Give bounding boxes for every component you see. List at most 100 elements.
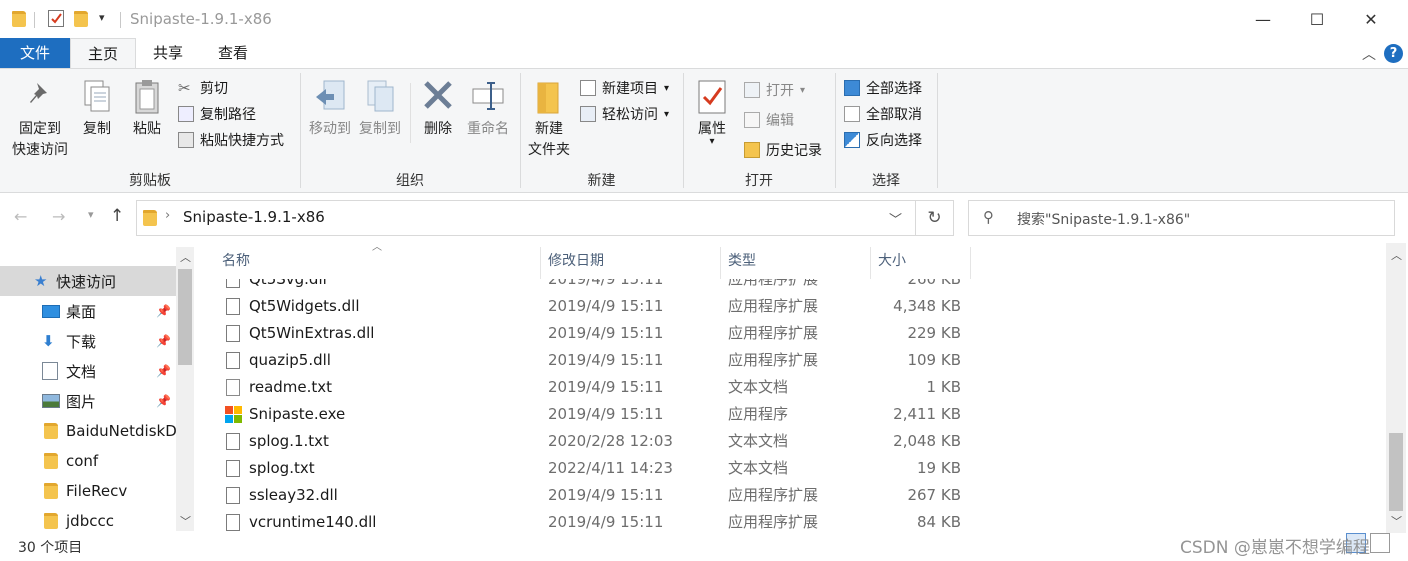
file-list-scrollbar-thumb[interactable] <box>1389 433 1403 511</box>
file-list-scrollbar[interactable]: ︿ ﹀ <box>1386 243 1406 533</box>
refresh-button[interactable]: ↻ <box>916 200 954 236</box>
tab-view[interactable]: 查看 <box>200 38 266 68</box>
cut-button[interactable]: ✂ 剪切 <box>178 75 284 101</box>
column-divider[interactable] <box>720 247 721 279</box>
column-header-name[interactable]: 名称 <box>222 247 538 279</box>
help-icon[interactable]: ? <box>1384 44 1403 63</box>
file-name: Snipaste.exe <box>249 405 346 423</box>
dll-icon <box>226 298 240 315</box>
forward-arrow-icon[interactable]: → <box>52 207 65 226</box>
easy-access-button[interactable]: 轻松访问 ▾ <box>580 101 669 127</box>
column-divider[interactable] <box>970 247 971 279</box>
collapse-ribbon-icon[interactable]: ︿ <box>1362 44 1376 64</box>
nav-item-folder[interactable]: FileRecv <box>0 476 176 506</box>
column-header-date[interactable]: 修改日期 <box>548 247 718 279</box>
file-type: 应用程序 <box>728 405 789 423</box>
copy-to-button[interactable]: 复制到 <box>356 79 404 140</box>
column-divider[interactable] <box>870 247 871 279</box>
file-row[interactable]: ssleay32.dll 2019/4/9 15:11 应用程序扩展 267 K… <box>220 482 970 509</box>
file-type: 应用程序扩展 <box>728 297 819 315</box>
file-row[interactable]: vcruntime140.dll 2019/4/9 15:11 应用程序扩展 8… <box>220 509 970 533</box>
nav-item-desktop[interactable]: 桌面 📌 <box>0 296 176 326</box>
tab-share[interactable]: 共享 <box>136 38 200 68</box>
nav-scrollbar[interactable]: ︿ ﹀ <box>176 247 194 531</box>
edit-button[interactable]: 编辑 <box>744 107 822 133</box>
close-button[interactable]: ✕ <box>1344 0 1398 38</box>
nav-item-folder[interactable]: jdbccc <box>0 506 176 536</box>
divider <box>120 12 121 28</box>
search-input[interactable]: 搜索"Snipaste-1.9.1-x86" <box>1017 209 1190 229</box>
nav-item-folder[interactable]: BaiduNetdiskDo <box>0 416 176 446</box>
minimize-button[interactable]: — <box>1236 0 1290 38</box>
maximize-button[interactable]: ☐ <box>1290 0 1344 38</box>
customize-quick-access-icon[interactable]: ▾ <box>99 11 105 24</box>
invert-selection-button[interactable]: 反向选择 <box>844 127 922 153</box>
search-box[interactable]: ⚲ 搜索"Snipaste-1.9.1-x86" <box>968 200 1395 236</box>
scroll-up-icon[interactable]: ︿ <box>1391 247 1402 263</box>
file-row[interactable]: Qt5WinExtras.dll 2019/4/9 15:11 应用程序扩展 2… <box>220 320 970 347</box>
refresh-icon: ↻ <box>927 208 942 228</box>
file-row[interactable]: splog.txt 2022/4/11 14:23 文本文档 19 KB <box>220 455 970 482</box>
pin-icon[interactable]: 📌 <box>156 364 171 378</box>
nav-scrollbar-thumb[interactable] <box>178 269 192 365</box>
nav-item-pictures[interactable]: 图片 📌 <box>0 386 176 416</box>
up-arrow-icon[interactable]: ↑ <box>110 206 124 226</box>
history-button[interactable]: 历史记录 <box>744 137 822 163</box>
file-name: readme.txt <box>249 378 333 396</box>
pin-icon[interactable]: 📌 <box>156 334 171 348</box>
recent-locations-icon[interactable]: ▾ <box>88 208 94 221</box>
pin-to-quick-access-button[interactable]: 固定到 快速访问 <box>6 79 74 161</box>
copy-button[interactable]: 复制 <box>78 79 116 140</box>
dropdown-arrow-icon: ▾ <box>800 84 806 96</box>
tab-file[interactable]: 文件 <box>0 38 70 68</box>
properties-quick-icon[interactable] <box>48 10 64 27</box>
chevron-down-icon[interactable]: ﹀ <box>889 209 902 228</box>
new-item-button[interactable]: 新建项目 ▾ <box>580 75 669 101</box>
select-all-button[interactable]: 全部选择 <box>844 75 922 101</box>
file-row[interactable]: Snipaste.exe 2019/4/9 15:11 应用程序 2,411 K… <box>220 401 970 428</box>
nav-item-documents[interactable]: 文档 📌 <box>0 356 176 386</box>
nav-item-quick-access[interactable]: ★ 快速访问 <box>0 266 176 296</box>
breadcrumb-path[interactable]: Snipaste-1.9.1-x86 <box>183 208 325 226</box>
select-none-button[interactable]: 全部取消 <box>844 101 922 127</box>
text-file-icon <box>226 379 240 396</box>
move-to-button[interactable]: 移动到 <box>306 79 354 140</box>
paste-shortcut-label: 粘贴快捷方式 <box>200 133 284 149</box>
paste-button[interactable]: 粘贴 <box>128 79 166 140</box>
column-divider[interactable] <box>540 247 541 279</box>
open-button[interactable]: 打开 ▾ <box>744 77 822 103</box>
column-header-size[interactable]: 大小 <box>878 247 968 279</box>
file-row[interactable]: quazip5.dll 2019/4/9 15:11 应用程序扩展 109 KB <box>220 347 970 374</box>
pin-icon[interactable]: 📌 <box>156 394 171 408</box>
nav-item-downloads[interactable]: ⬇ 下载 📌 <box>0 326 176 356</box>
properties-button[interactable]: 属性 ▾ <box>690 79 734 147</box>
paste-shortcut-button[interactable]: 粘贴快捷方式 <box>178 127 284 153</box>
snipaste-app-icon <box>225 406 242 423</box>
pin-icon[interactable]: 📌 <box>156 304 171 318</box>
file-size: 109 KB <box>907 351 961 369</box>
new-folder-quick-icon[interactable] <box>74 11 88 27</box>
select-group-title: 选择 <box>872 173 900 189</box>
nav-item-folder[interactable]: conf <box>0 446 176 476</box>
star-icon: ★ <box>34 272 48 290</box>
breadcrumb-chevron-icon[interactable]: › <box>165 208 170 223</box>
scroll-up-icon[interactable]: ︿ <box>180 249 191 265</box>
scroll-down-icon[interactable]: ﹀ <box>180 513 191 529</box>
column-header-type[interactable]: 类型 <box>728 247 868 279</box>
file-row[interactable]: Qt5Svg.dll 2019/4/9 15:11 应用程序扩展 260 KB <box>220 279 970 293</box>
large-icons-view-button[interactable] <box>1370 533 1390 553</box>
file-row[interactable]: Qt5Widgets.dll 2019/4/9 15:11 应用程序扩展 4,3… <box>220 293 970 320</box>
dll-icon <box>226 325 240 342</box>
file-row[interactable]: readme.txt 2019/4/9 15:11 文本文档 1 KB <box>220 374 970 401</box>
rename-button[interactable]: 重命名 <box>462 79 514 140</box>
dll-icon <box>226 352 240 369</box>
back-arrow-icon[interactable]: ← <box>14 207 27 226</box>
scroll-down-icon[interactable]: ﹀ <box>1391 513 1402 529</box>
copy-path-button[interactable]: 复制路径 <box>178 101 284 127</box>
tab-home[interactable]: 主页 <box>70 38 136 68</box>
address-bar[interactable]: › Snipaste-1.9.1-x86 ﹀ <box>136 200 916 236</box>
new-folder-button[interactable]: 新建 文件夹 <box>524 79 574 161</box>
delete-button[interactable]: 删除 <box>418 79 458 140</box>
file-row[interactable]: splog.1.txt 2020/2/28 12:03 文本文档 2,048 K… <box>220 428 970 455</box>
folder-icon <box>44 453 58 469</box>
